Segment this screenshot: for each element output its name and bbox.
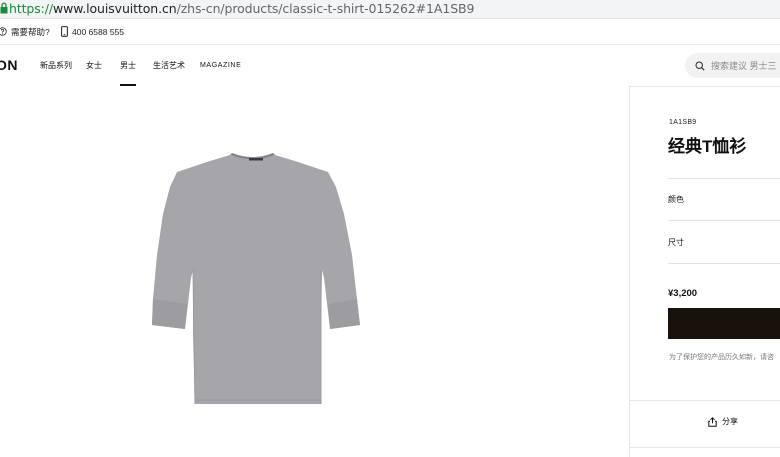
url-path: /zhs-cn/products/classic-t-shirt-015262#…	[176, 1, 475, 16]
help-label: 需要帮助?	[11, 26, 50, 37]
product-details-panel: 1A1SB9 经典T恤衫 颜色 尺寸 ¥3,200 为了保护您的产品历久如新，请…	[629, 86, 780, 457]
color-selector[interactable]: 颜色	[668, 178, 780, 220]
search-icon	[695, 60, 705, 71]
care-note: 为了保护您的产品历久如新，请咨	[669, 354, 774, 361]
product-image[interactable]	[0, 86, 629, 457]
nav-item-new[interactable]: 新品系列	[40, 45, 72, 86]
nav-item-women[interactable]: 女士	[86, 45, 102, 86]
help-link[interactable]: 需要帮助?	[0, 19, 50, 44]
size-label: 尺寸	[668, 237, 684, 247]
url-scheme: https://	[9, 1, 54, 16]
url-text[interactable]: https://www.louisvuitton.cn/zhs-cn/produ…	[9, 1, 474, 16]
nav-item-art-of-living[interactable]: 生活艺术	[153, 45, 185, 86]
add-to-cart-button[interactable]	[668, 308, 780, 339]
help-circle-icon	[0, 27, 7, 36]
share-button[interactable]: 分享	[708, 416, 738, 427]
utility-bar: 需要帮助? 400 6588 555	[0, 19, 780, 45]
product-sku: 1A1SB9	[669, 119, 697, 126]
product-price: ¥3,200	[668, 288, 698, 299]
divider	[630, 400, 780, 401]
share-label: 分享	[722, 417, 738, 426]
product-title: 经典T恤衫	[668, 137, 747, 156]
main-nav: ON 新品系列 女士 男士 生活艺术 MAGAZINE	[0, 45, 780, 87]
phone-number: 400 6588 555	[72, 26, 124, 37]
url-domain: www.louisvuitton.cn	[53, 1, 177, 16]
search-input[interactable]	[711, 60, 780, 71]
phone-icon	[61, 26, 68, 37]
nav-item-magazine[interactable]: MAGAZINE	[200, 45, 241, 86]
divider	[668, 263, 780, 264]
share-icon	[708, 416, 717, 427]
phone-link[interactable]: 400 6588 555	[61, 19, 124, 44]
t-shirt-image	[152, 153, 360, 405]
lock-icon	[0, 2, 8, 14]
color-label: 颜色	[668, 194, 684, 204]
search-box[interactable]	[685, 53, 780, 78]
size-selector[interactable]: 尺寸	[668, 221, 780, 263]
brand-logo[interactable]: ON	[0, 57, 18, 73]
address-bar[interactable]: https://www.louisvuitton.cn/zhs-cn/produ…	[0, 0, 780, 19]
nav-item-men[interactable]: 男士	[120, 45, 136, 86]
divider	[630, 447, 780, 448]
